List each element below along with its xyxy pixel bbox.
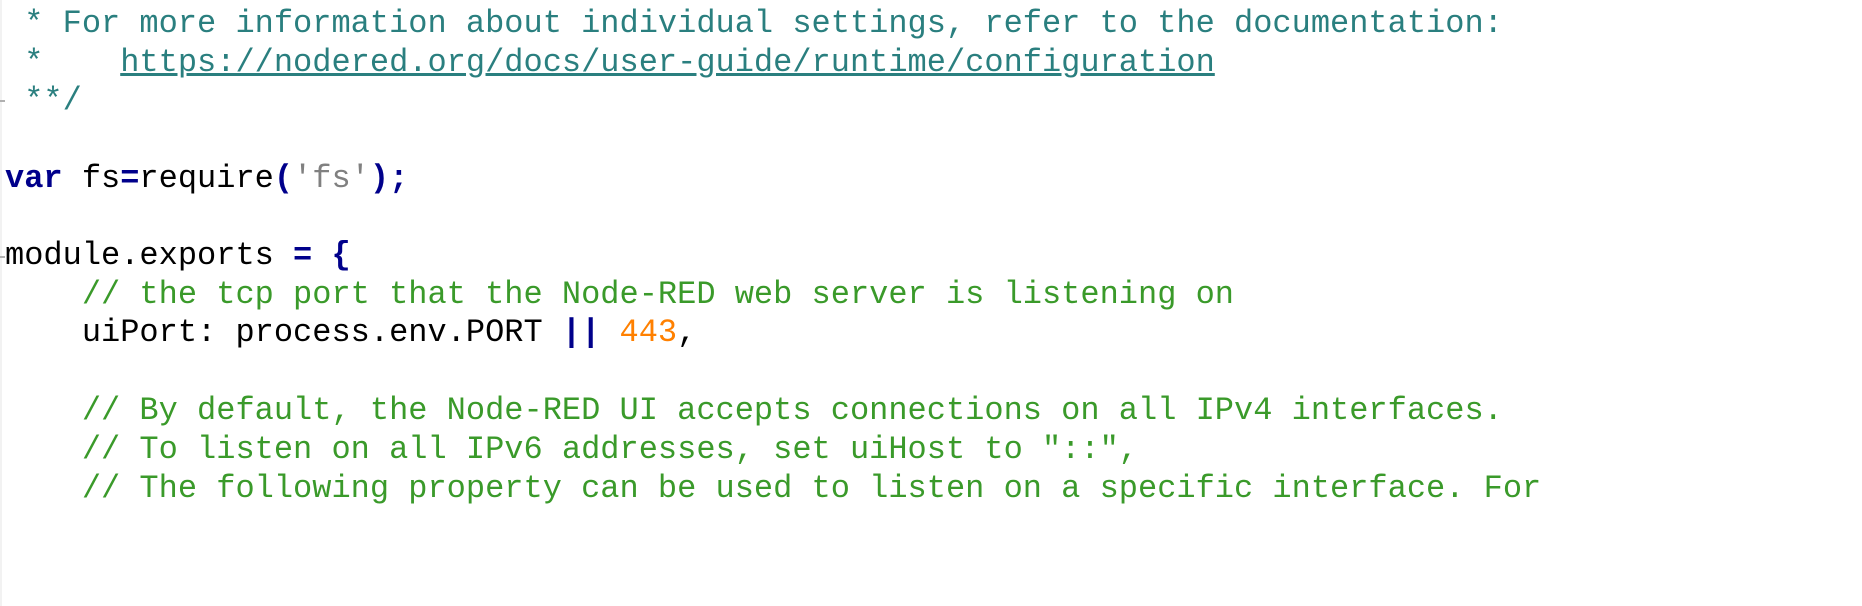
doc-comment-star: *: [5, 44, 121, 81]
line-comment: // By default, the Node-RED UI accepts c…: [81, 392, 1503, 429]
code-line: uiPort: process.env.PORT || 443,: [5, 310, 697, 356]
assign-operator: =: [293, 237, 313, 274]
paren-close: ): [369, 160, 390, 197]
doc-comment-end: **/: [5, 82, 82, 119]
number-literal: 443: [619, 314, 678, 351]
code-line: * https://nodered.org/docs/user-guide/ru…: [5, 40, 1215, 86]
code-line: **/: [5, 78, 82, 124]
code-line: // The following property can be used to…: [5, 466, 1541, 512]
brace-open: {: [331, 237, 351, 274]
or-operator: ||: [561, 314, 601, 351]
code-line: var fs=require('fs');: [5, 156, 408, 202]
identifier: module.exports: [5, 237, 274, 274]
line-comment: // the tcp port that the Node-RED web se…: [81, 276, 1234, 313]
line-comment: // The following property can be used to…: [81, 470, 1542, 507]
paren-open: (: [273, 160, 294, 197]
code-editor[interactable]: * For more information about individual …: [0, 0, 1862, 606]
identifier: fs: [62, 160, 121, 197]
documentation-link[interactable]: https://nodered.org/docs/user-guide/runt…: [120, 44, 1215, 81]
function-call: require: [139, 160, 274, 197]
doc-comment-star: *: [5, 5, 63, 42]
property: uiPort: process.env.PORT: [81, 314, 562, 351]
assign-operator: =: [120, 160, 140, 197]
keyword-var: var: [5, 160, 63, 197]
semicolon: ;: [389, 160, 409, 197]
doc-comment-text: For more information about individual se…: [62, 5, 1503, 42]
editor-gutter: [0, 0, 2, 606]
comma: ,: [677, 314, 697, 351]
string-literal: 'fs': [293, 160, 370, 197]
line-comment: // To listen on all IPv6 addresses, set …: [81, 431, 1138, 468]
